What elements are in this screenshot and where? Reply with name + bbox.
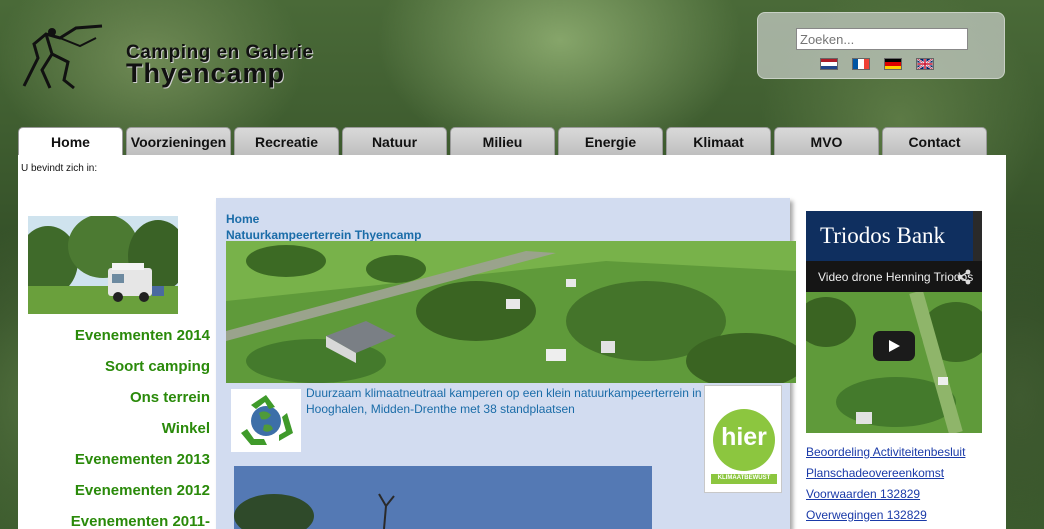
campervan-photo <box>28 216 178 314</box>
sidebar-item-evenementen-2013[interactable]: Evenementen 2013 <box>18 449 210 480</box>
recycle-earth-icon <box>231 389 301 452</box>
aerial-campsite-photo <box>226 241 796 383</box>
flag-nl-icon[interactable] <box>820 58 838 70</box>
search-panel <box>757 12 1005 79</box>
drone-video-frame <box>806 292 982 433</box>
tab-klimaat[interactable]: Klimaat <box>666 127 771 155</box>
sidebar-item-evenementen-2012[interactable]: Evenementen 2012 <box>18 480 210 511</box>
main-content: Home Natuurkampeerterrein Thyencamp Duur… <box>216 198 796 529</box>
main-nav: Home Voorzieningen Recreatie Natuur Mili… <box>18 127 987 155</box>
video-player[interactable]: Triodos Bank Video drone Henning Triodos <box>806 211 982 433</box>
page-content: U bevindt zich in: Evenementen 2014 Soor… <box>18 155 1006 529</box>
play-button[interactable] <box>873 331 915 361</box>
flag-de-icon[interactable] <box>884 58 902 70</box>
sidebar-item-soort-camping[interactable]: Soort camping <box>18 356 210 387</box>
tab-recreatie[interactable]: Recreatie <box>234 127 339 155</box>
tab-milieu[interactable]: Milieu <box>450 127 555 155</box>
intro-text: Duurzaam klimaatneutraal kamperen op een… <box>306 386 702 416</box>
play-icon <box>889 340 900 352</box>
sky-tree-photo <box>234 466 652 529</box>
link-overwegingen[interactable]: Overwegingen 132829 <box>806 507 965 528</box>
tab-contact[interactable]: Contact <box>882 127 987 155</box>
sidebar-menu: Evenementen 2014 Soort camping Ons terre… <box>18 325 210 529</box>
badge-subtitle: KLIMAATBEWUST <box>717 475 771 481</box>
flag-uk-icon[interactable] <box>916 58 934 70</box>
site-logo[interactable]: Camping en Galerie Thyencamp <box>16 24 396 94</box>
tab-home[interactable]: Home <box>18 127 123 155</box>
tab-energie[interactable]: Energie <box>558 127 663 155</box>
share-icon[interactable] <box>956 269 972 285</box>
tab-natuur[interactable]: Natuur <box>342 127 447 155</box>
breadcrumb-label: U bevindt zich in: <box>21 163 98 174</box>
logo-title-line2: Thyencamp <box>126 58 286 88</box>
flag-fr-icon[interactable] <box>852 58 870 70</box>
link-planschadeovereenkomst[interactable]: Planschadeovereenkomst <box>806 465 965 486</box>
sidebar-item-winkel[interactable]: Winkel <box>18 418 210 449</box>
document-links: Beoordeling Activiteitenbesluit Planscha… <box>806 444 965 528</box>
language-flags <box>820 58 934 70</box>
content-breadcrumb: Home Natuurkampeerterrein Thyencamp <box>226 211 421 243</box>
video-brand-banner: Triodos Bank <box>806 211 973 261</box>
dancer-logo-icon <box>22 24 103 90</box>
hier-klimaatbewust-badge[interactable]: hier KLIMAATBEWUST <box>704 385 782 493</box>
link-voorwaarden[interactable]: Voorwaarden 132829 <box>806 486 965 507</box>
search-input[interactable] <box>796 28 968 50</box>
sidebar-item-ons-terrein[interactable]: Ons terrein <box>18 387 210 418</box>
link-beoordeling-activiteitenbesluit[interactable]: Beoordeling Activiteitenbesluit <box>806 444 965 465</box>
sidebar-item-evenementen-2011[interactable]: Evenementen 2011- <box>18 511 210 529</box>
sidebar-item-evenementen-2014[interactable]: Evenementen 2014 <box>18 325 210 356</box>
tab-voorzieningen[interactable]: Voorzieningen <box>126 127 231 155</box>
breadcrumb-home-link[interactable]: Home <box>226 211 421 227</box>
badge-word: hier <box>721 423 767 451</box>
tab-mvo[interactable]: MVO <box>774 127 879 155</box>
